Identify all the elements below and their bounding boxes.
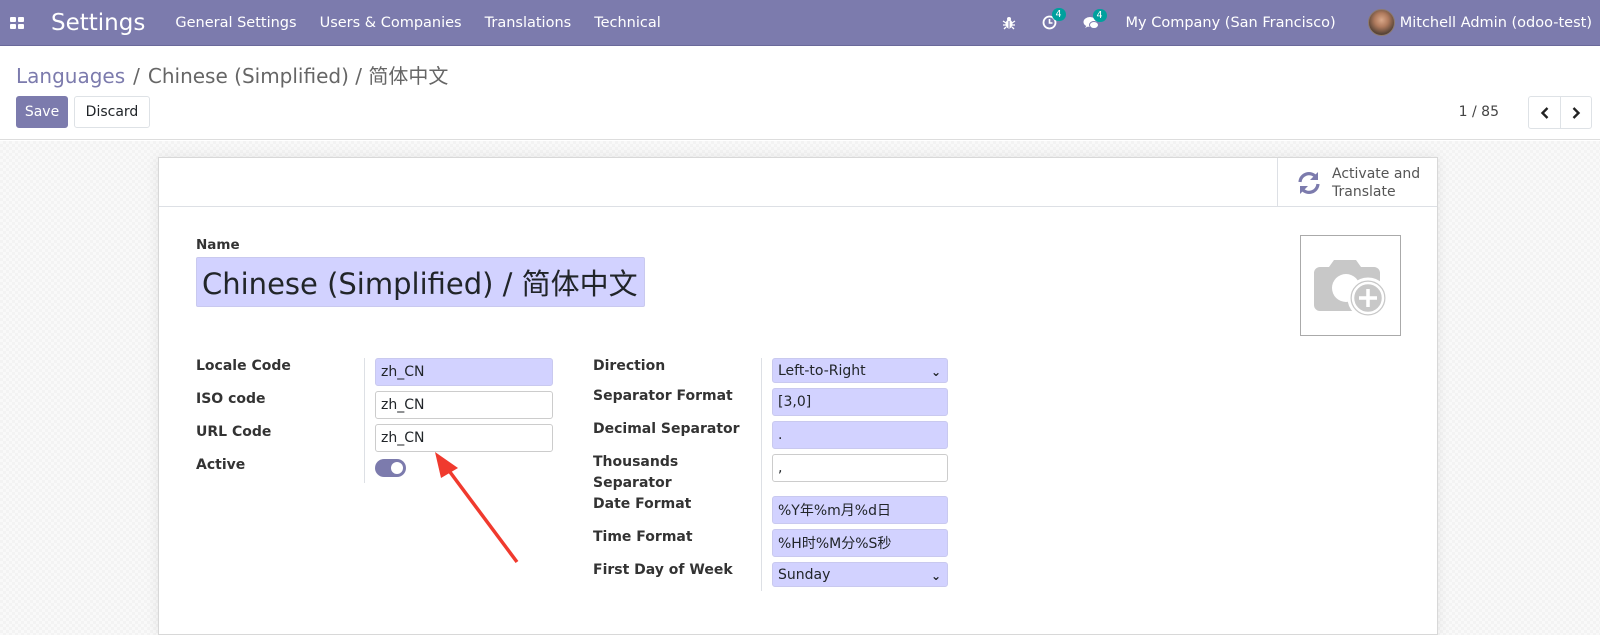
- company-switcher[interactable]: My Company (San Francisco): [1126, 15, 1336, 31]
- separator-format-label: Separator Format: [593, 388, 733, 404]
- pager-value[interactable]: 1 / 85: [1459, 104, 1499, 120]
- active-toggle[interactable]: [375, 459, 406, 477]
- url-code-label: URL Code: [196, 424, 272, 440]
- menu-general-settings[interactable]: General Settings: [175, 15, 296, 31]
- activate-and-translate-button[interactable]: Activate and Translate: [1277, 158, 1437, 207]
- date-format-input[interactable]: %Y年%m月%d日: [772, 496, 948, 524]
- messages-chat-icon[interactable]: 4: [1083, 8, 1107, 30]
- decimal-separator-label: Decimal Separator: [593, 421, 740, 437]
- breadcrumb: Languages / Chinese (Simplified) / 简体中文: [16, 60, 448, 89]
- direction-label: Direction: [593, 358, 666, 374]
- time-format-label: Time Format: [593, 529, 693, 545]
- smart-button-line1: Activate and: [1332, 165, 1421, 182]
- active-label: Active: [196, 457, 246, 473]
- bug-icon[interactable]: [1002, 16, 1016, 30]
- chevron-right-icon: [1572, 106, 1581, 119]
- refresh-icon: [1298, 171, 1320, 194]
- messages-badge: 4: [1092, 8, 1107, 22]
- locale-code-input[interactable]: zh_CN: [375, 358, 553, 386]
- iso-code-input[interactable]: zh_CN: [375, 391, 553, 419]
- url-code-input[interactable]: zh_CN: [375, 424, 553, 452]
- app-title[interactable]: Settings: [51, 10, 145, 36]
- user-name: Mitchell Admin (odoo-test): [1399, 14, 1592, 31]
- decimal-separator-input[interactable]: .: [772, 421, 948, 449]
- locale-code-label: Locale Code: [196, 358, 291, 374]
- activity-badge: 4: [1051, 8, 1066, 21]
- direction-select[interactable]: Left-to-Right ⌄: [772, 358, 948, 383]
- chevron-left-icon: [1540, 106, 1548, 119]
- chevron-down-icon: ⌄: [930, 365, 941, 379]
- separator-format-input[interactable]: [3,0]: [772, 388, 948, 416]
- camera-plus-icon: [1313, 259, 1388, 318]
- smart-button-line2: Translate: [1332, 183, 1396, 200]
- name-input[interactable]: Chinese (Simplified) / 简体中文: [196, 257, 645, 307]
- date-format-label: Date Format: [593, 496, 692, 512]
- first-day-of-week-label: First Day of Week: [593, 562, 733, 578]
- time-format-input[interactable]: %H时%M分%S秒: [772, 529, 948, 557]
- divider: [364, 358, 365, 483]
- user-menu[interactable]: Mitchell Admin (odoo-test): [1367, 9, 1592, 36]
- breadcrumb-current: Chinese (Simplified) / 简体中文: [147, 64, 449, 88]
- direction-value: Left-to-Right: [778, 362, 866, 379]
- activity-clock-icon[interactable]: 4: [1042, 8, 1066, 30]
- name-label: Name: [196, 237, 240, 253]
- menu-users-companies[interactable]: Users & Companies: [320, 15, 462, 31]
- first-day-value: Sunday: [778, 566, 831, 583]
- button-box: Activate and Translate: [159, 158, 1437, 207]
- pager-previous-button[interactable]: [1529, 97, 1560, 128]
- chevron-down-icon: ⌄: [930, 569, 941, 583]
- form-sheet: Activate and Translate Name Chinese (Sim…: [158, 157, 1438, 635]
- avatar: [1367, 9, 1395, 36]
- pager-buttons: [1528, 96, 1592, 129]
- divider: [761, 358, 762, 591]
- pager-next-button[interactable]: [1560, 97, 1591, 128]
- apps-icon[interactable]: [10, 16, 24, 29]
- iso-code-label: ISO code: [196, 391, 266, 407]
- control-panel: Languages / Chinese (Simplified) / 简体中文 Sa…: [0, 46, 1600, 140]
- top-navbar: Settings General Settings Users & Compan…: [0, 0, 1600, 46]
- image-upload[interactable]: [1300, 235, 1401, 336]
- first-day-of-week-select[interactable]: Sunday ⌄: [772, 562, 948, 587]
- discard-button[interactable]: Discard: [74, 96, 150, 128]
- menu-technical[interactable]: Technical: [594, 15, 661, 31]
- thousands-separator-label: Thousands Separator: [593, 454, 679, 491]
- thousands-separator-input[interactable]: ,: [772, 454, 948, 482]
- breadcrumb-separator: /: [133, 64, 140, 88]
- save-button[interactable]: Save: [16, 96, 68, 128]
- breadcrumb-languages[interactable]: Languages: [16, 64, 125, 88]
- menu-translations[interactable]: Translations: [485, 15, 572, 31]
